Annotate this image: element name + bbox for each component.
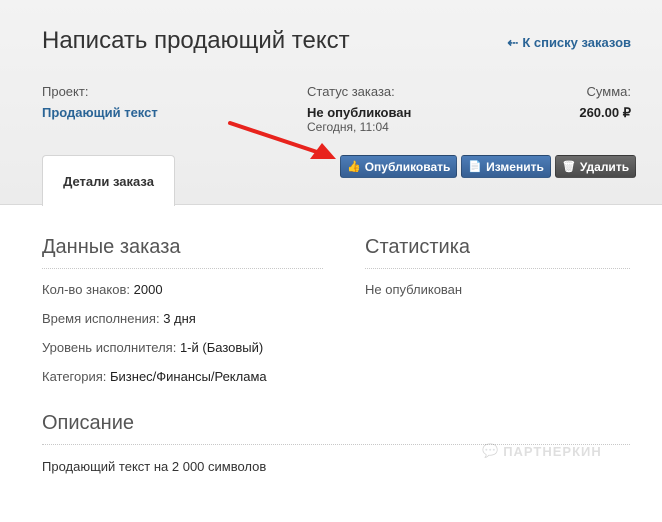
stats-title: Статистика — [365, 236, 471, 258]
status-label: Статус заказа: — [307, 84, 395, 99]
annotation-arrow — [228, 121, 336, 159]
row-label: Категория: — [42, 369, 107, 384]
page-title: Написать продающий текст — [42, 27, 350, 54]
back-to-orders-link[interactable]: ⇠ К списку заказов — [507, 35, 631, 51]
sum-value: 260.00 ₽ — [579, 105, 631, 120]
row-value: 3 дня — [163, 311, 196, 326]
project-label: Проект: — [42, 84, 89, 99]
thumbs-up-icon: 👍 — [347, 161, 361, 173]
description-text: Продающий текст на 2 000 символов — [42, 459, 267, 474]
row-label: Уровень исполнителя: — [42, 340, 177, 355]
order-actions: 👍 Опубликовать 📄 Изменить 🗑 Удалить — [340, 155, 637, 178]
row-deadline: Время исполнения: 3 дня — [42, 311, 196, 326]
edit-button-label: Изменить — [486, 159, 544, 174]
project-link[interactable]: Продающий текст — [42, 105, 158, 120]
delete-button-label: Удалить — [579, 159, 630, 174]
watermark: 💬 ПАРТНЕРКИН — [482, 443, 602, 459]
row-value: Бизнес/Финансы/Реклама — [110, 369, 267, 384]
tab-order-details[interactable]: Детали заказа — [42, 155, 175, 206]
row-value: 1-й (Базовый) — [179, 340, 264, 355]
arrow-left-icon: ⇠ — [507, 35, 519, 50]
row-performer-level: Уровень исполнителя: 1-й (Базовый) — [42, 340, 263, 355]
publish-button-label: Опубликовать — [364, 159, 451, 174]
back-link-label: К списку заказов — [522, 35, 631, 50]
order-data-divider — [42, 268, 323, 269]
publish-button[interactable]: 👍 Опубликовать — [340, 155, 458, 178]
chat-bubble-icon: 💬 — [482, 443, 500, 458]
watermark-text: ПАРТНЕРКИН — [503, 443, 602, 459]
row-value: 2000 — [133, 282, 163, 297]
edit-button[interactable]: 📄 Изменить — [461, 155, 551, 178]
stats-value: Не опубликован — [365, 282, 463, 297]
delete-button[interactable]: 🗑 Удалить — [554, 155, 637, 178]
order-data-title: Данные заказа — [42, 236, 181, 258]
row-category: Категория: Бизнес/Финансы/Реклама — [42, 369, 267, 384]
row-label: Время исполнения: — [42, 311, 160, 326]
row-characters: Кол-во знаков: 2000 — [42, 282, 163, 297]
document-icon: 📄 — [468, 161, 483, 173]
stats-divider — [365, 268, 630, 269]
row-label: Кол-во знаков: — [42, 282, 130, 297]
description-title: Описание — [42, 412, 135, 434]
trash-icon: 🗑 — [561, 161, 576, 173]
sum-label: Сумма: — [586, 84, 631, 99]
